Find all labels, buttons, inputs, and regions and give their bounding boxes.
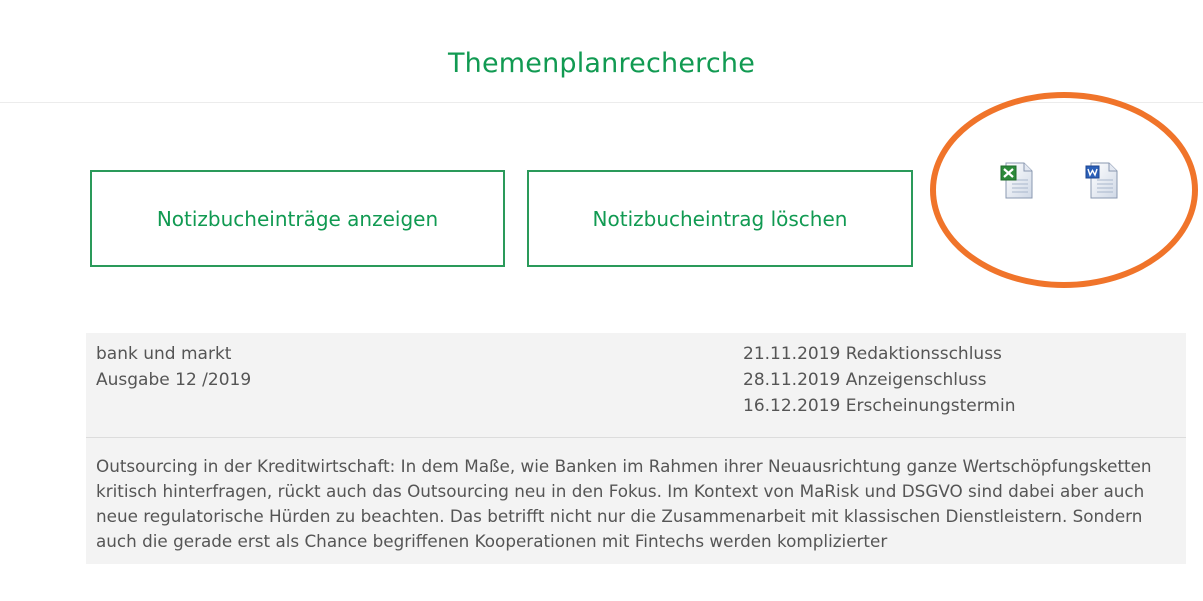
highlight-oval (930, 92, 1198, 288)
page: Themenplanrecherche Notizbucheinträge an… (0, 0, 1203, 601)
excel-export-icon[interactable] (1000, 160, 1034, 200)
publication-name: bank und markt (96, 344, 232, 364)
publication-card: bank und markt Ausgabe 12 /2019 21.11.20… (86, 333, 1186, 564)
show-notebook-entries-button[interactable]: Notizbucheinträge anzeigen (90, 170, 505, 267)
publication-issue: Ausgabe 12 /2019 (96, 370, 252, 390)
delete-notebook-entry-button[interactable]: Notizbucheintrag löschen (527, 170, 913, 267)
header-bar: Themenplanrecherche (0, 12, 1203, 103)
ad-deadline: 28.11.2019 Anzeigenschluss (743, 370, 987, 390)
page-title: Themenplanrecherche (447, 48, 756, 79)
word-export-icon[interactable] (1085, 160, 1119, 200)
publication-header: bank und markt Ausgabe 12 /2019 21.11.20… (86, 333, 1186, 438)
publication-description: Outsourcing in der Kreditwirtschaft: In … (96, 456, 1152, 551)
publication-date: 16.12.2019 Erscheinungstermin (743, 396, 1016, 416)
editorial-deadline: 21.11.2019 Redaktionsschluss (743, 344, 1002, 364)
